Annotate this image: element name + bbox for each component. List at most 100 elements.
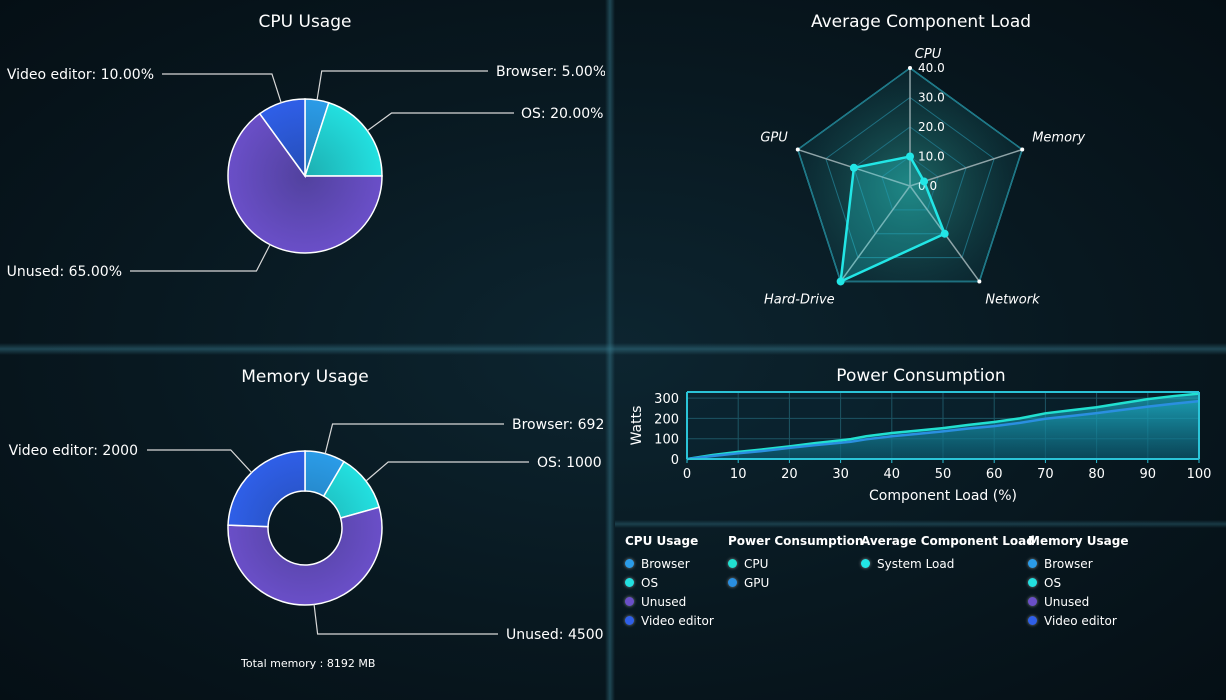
radar-axis-label: Network bbox=[985, 292, 1040, 307]
x-tick-label: 0 bbox=[683, 467, 691, 482]
leader-line bbox=[365, 461, 529, 482]
y-tick-label: 0 bbox=[671, 453, 679, 468]
x-tick-label: 20 bbox=[781, 467, 798, 482]
horizontal-divider bbox=[0, 343, 1226, 355]
legend-group-title: Average Component Load bbox=[861, 534, 1035, 548]
legend-swatch-icon bbox=[1028, 578, 1037, 587]
power-consumption-chart: 0 10 20 30 40 50 60 70 80 90 100 0 100 200 300 Componen… bbox=[629, 366, 1212, 504]
legend-item[interactable]: CPU bbox=[728, 554, 863, 573]
legend-group: Power Consumption CPU GPU bbox=[728, 534, 863, 592]
y-tick-label: 200 bbox=[654, 412, 679, 427]
legend-swatch-icon bbox=[625, 616, 634, 625]
legend-item[interactable]: System Load bbox=[861, 554, 1035, 573]
legend-group-title: Power Consumption bbox=[728, 534, 864, 548]
leader-line bbox=[313, 604, 498, 635]
legend-item[interactable]: Video editor bbox=[1028, 611, 1128, 630]
x-tick-label: 50 bbox=[935, 467, 952, 482]
radar-point bbox=[920, 177, 929, 186]
legend-item-label: CPU bbox=[744, 556, 769, 571]
leader-line bbox=[147, 449, 253, 473]
x-tick-label: 30 bbox=[832, 467, 849, 482]
legend-item-label: Video editor bbox=[641, 613, 714, 628]
legend-swatch-icon bbox=[728, 578, 737, 587]
legend-swatch-icon bbox=[625, 578, 634, 587]
radar-axis-label: Hard-Drive bbox=[764, 292, 835, 307]
legend-item[interactable]: Browser bbox=[1028, 554, 1128, 573]
radar-point bbox=[849, 163, 858, 172]
radar-spoke-tip bbox=[977, 279, 982, 284]
legend-item[interactable]: Browser bbox=[625, 554, 714, 573]
legend-item[interactable]: Unused bbox=[625, 592, 714, 611]
radar-tick-label: 20.0 bbox=[918, 120, 945, 134]
legend-item[interactable]: OS bbox=[625, 573, 714, 592]
legend-group: Average Component Load System Load bbox=[861, 534, 1035, 573]
legend-divider bbox=[615, 520, 1226, 528]
radar-spoke-tip bbox=[908, 66, 912, 70]
memory-usage-chart: Browser: 692 OS: 1000 Unused: 4500 Video ed… bbox=[9, 367, 605, 643]
radar-point bbox=[836, 277, 845, 286]
y-tick-label: 300 bbox=[654, 392, 679, 407]
legend-swatch-icon bbox=[625, 597, 634, 606]
chart-title: Memory Usage bbox=[241, 367, 369, 387]
legend-swatch-icon bbox=[1028, 616, 1037, 625]
radar-axis-label: Memory bbox=[1032, 131, 1085, 146]
slice-label: Unused: 4500 bbox=[506, 627, 604, 643]
legend-group: CPU Usage Browser OS Unused Video editor bbox=[625, 534, 714, 630]
radar-spoke-tip bbox=[1020, 147, 1025, 152]
legend-item-label: GPU bbox=[744, 575, 770, 590]
legend-swatch-icon bbox=[728, 559, 737, 568]
slice-label: OS: 20.00% bbox=[521, 106, 603, 122]
chart-title: Average Component Load bbox=[811, 12, 1031, 32]
x-tick-label: 60 bbox=[986, 467, 1003, 482]
radar-axis-label: CPU bbox=[915, 47, 942, 62]
chart-title: Power Consumption bbox=[836, 366, 1005, 386]
cpu-usage-chart: Browser: 5.00% OS: 20.00% Unused: 65.00% Vi… bbox=[7, 12, 605, 280]
legend-item-label: OS bbox=[641, 575, 659, 590]
legend-item-label: OS bbox=[1044, 575, 1062, 590]
legend-group: Memory Usage Browser OS Unused Video editor bbox=[1028, 534, 1128, 630]
radar-tick-label: 30.0 bbox=[918, 91, 945, 105]
leader-line bbox=[316, 70, 488, 101]
slice-label: Browser: 692 bbox=[512, 417, 604, 433]
leader-line bbox=[324, 423, 504, 454]
slice-video-editor bbox=[227, 450, 306, 528]
slice-label: OS: 1000 bbox=[537, 455, 602, 471]
x-tick-label: 40 bbox=[884, 467, 901, 482]
leader-line bbox=[366, 112, 514, 132]
x-axis-label: Component Load (%) bbox=[869, 488, 1017, 504]
legend-item-label: Browser bbox=[1044, 556, 1093, 571]
radar-point bbox=[906, 152, 914, 161]
legend-swatch-icon bbox=[625, 559, 634, 568]
chart-title: CPU Usage bbox=[259, 12, 352, 32]
y-axis-label: Watts bbox=[629, 406, 645, 446]
x-tick-label: 90 bbox=[1140, 467, 1157, 482]
legend: CPU Usage Browser OS Unused Video editor Powe… bbox=[625, 534, 1225, 694]
legend-item-label: Unused bbox=[1044, 594, 1090, 609]
radar-axis-label: GPU bbox=[760, 131, 788, 146]
slice-label: Video editor: 10.00% bbox=[7, 67, 154, 83]
x-tick-label: 70 bbox=[1037, 467, 1054, 482]
x-tick-label: 80 bbox=[1088, 467, 1105, 482]
x-tick-label: 10 bbox=[730, 467, 747, 482]
radar-spoke-tip bbox=[795, 147, 800, 152]
legend-item[interactable]: OS bbox=[1028, 573, 1128, 592]
legend-item-label: System Load bbox=[877, 556, 955, 571]
legend-group-title: Memory Usage bbox=[1028, 534, 1129, 548]
slice-label: Video editor: 2000 bbox=[9, 443, 138, 459]
slice-label: Unused: 65.00% bbox=[7, 264, 122, 280]
legend-item[interactable]: Unused bbox=[1028, 592, 1128, 611]
legend-group-title: CPU Usage bbox=[625, 534, 699, 548]
radar-tick-label: 40.0 bbox=[918, 61, 945, 75]
legend-item-label: Video editor bbox=[1044, 613, 1117, 628]
radar-tick-label: 10.0 bbox=[918, 150, 945, 164]
legend-item-label: Browser bbox=[641, 556, 690, 571]
total-memory-label: Total memory : 8192 MB bbox=[241, 657, 376, 670]
legend-item-label: Unused bbox=[641, 594, 687, 609]
leader-line bbox=[162, 73, 282, 103]
legend-item[interactable]: Video editor bbox=[625, 611, 714, 630]
average-component-load-chart: 0.010.020.030.040.0CPUMemoryNetworkHard-… bbox=[760, 12, 1085, 307]
x-tick-label: 100 bbox=[1187, 467, 1212, 482]
legend-swatch-icon bbox=[861, 559, 870, 568]
legend-item[interactable]: GPU bbox=[728, 573, 863, 592]
legend-swatch-icon bbox=[1028, 559, 1037, 568]
